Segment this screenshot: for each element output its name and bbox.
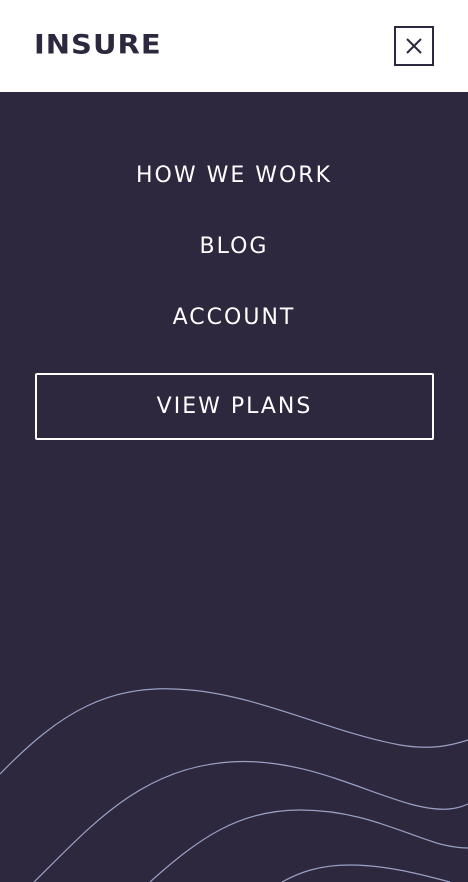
view-plans-button[interactable]: VIEW PLANS: [35, 373, 434, 440]
close-menu-button[interactable]: [394, 26, 434, 66]
site-header: INSURE: [0, 0, 468, 92]
mobile-nav-menu: HOW WE WORK BLOG ACCOUNT VIEW PLANS: [0, 92, 468, 882]
nav-item-account[interactable]: ACCOUNT: [0, 305, 468, 331]
wave-pattern-decoration: [0, 688, 468, 882]
nav-item-how-we-work[interactable]: HOW WE WORK: [0, 163, 468, 189]
nav-item-blog[interactable]: BLOG: [0, 234, 468, 260]
close-icon: [406, 38, 422, 54]
insure-logo[interactable]: INSURE: [34, 26, 162, 63]
